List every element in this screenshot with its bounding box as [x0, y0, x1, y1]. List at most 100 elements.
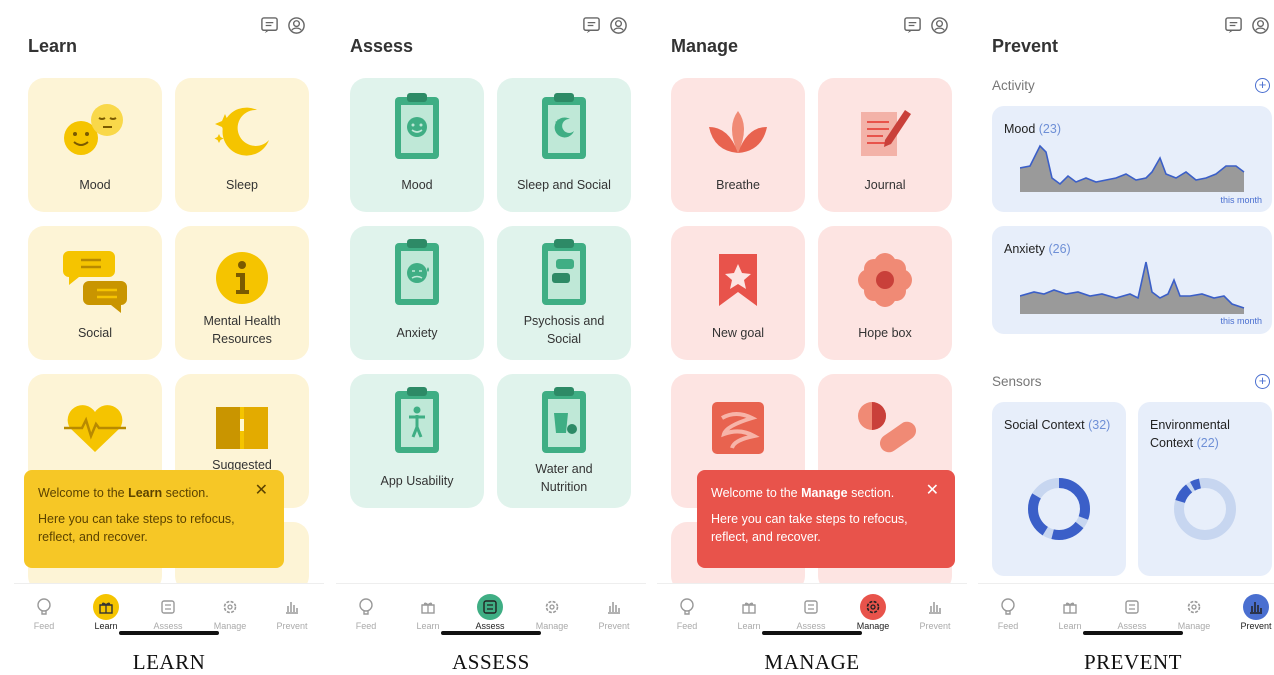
nav-prevent[interactable]: Prevent: [262, 594, 322, 631]
top-icons: [260, 16, 306, 35]
profile-icon[interactable]: [1251, 16, 1270, 35]
gear-icon: [539, 594, 565, 620]
tile-sleep[interactable]: Sleep: [175, 78, 309, 212]
close-icon[interactable]: ✕: [926, 482, 939, 500]
clipboard-mood-icon: [350, 93, 484, 159]
chat-icon[interactable]: [903, 16, 922, 35]
nav-manage[interactable]: Manage: [1164, 594, 1224, 631]
tile-journal[interactable]: Journal: [818, 78, 952, 212]
tile-psychosis-and-social[interactable]: Psychosis and Social: [497, 226, 631, 360]
top-icons: [1224, 16, 1270, 35]
add-sensor-button[interactable]: +: [1255, 374, 1270, 389]
tile-sleep-and-social[interactable]: Sleep and Social: [497, 78, 631, 212]
bar-chart-icon: [279, 594, 305, 620]
moon-icon: [175, 100, 309, 164]
tile-new-goal[interactable]: New goal: [671, 226, 805, 360]
home-indicator: [441, 631, 541, 635]
nav-manage[interactable]: Manage: [843, 594, 903, 631]
bulb-icon: [31, 594, 57, 620]
tile-label: New goal: [711, 326, 765, 340]
gear-icon: [1181, 594, 1207, 620]
tile-water-and-nutrition[interactable]: Water and Nutrition: [497, 374, 631, 508]
tile-app-usability[interactable]: App Usability: [350, 374, 484, 508]
add-activity-button[interactable]: +: [1255, 78, 1270, 93]
nav-learn[interactable]: Learn: [1040, 594, 1100, 631]
tile-mood[interactable]: Mood: [350, 78, 484, 212]
top-icons: [582, 16, 628, 35]
tile-social[interactable]: Social: [28, 226, 162, 360]
profile-icon[interactable]: [930, 16, 949, 35]
tile-anxiety[interactable]: Anxiety: [350, 226, 484, 360]
gift-icon: [1057, 594, 1083, 620]
tile-label: Mental Health Resources: [203, 314, 281, 346]
nav-prevent[interactable]: Prevent: [905, 594, 965, 631]
tile-label: Mood: [401, 178, 433, 192]
mood-card[interactable]: Mood (23) this month: [992, 106, 1272, 212]
gear-icon: [860, 594, 886, 620]
tile-label: Mood: [79, 178, 111, 192]
bar-chart-icon: [1243, 594, 1269, 620]
nav-assess[interactable]: Assess: [1102, 594, 1162, 631]
nav-feed[interactable]: Feed: [336, 594, 396, 631]
heart-pulse-icon: [28, 396, 162, 460]
nav-assess[interactable]: Assess: [460, 594, 520, 631]
section-header-sensors: Sensors: [992, 374, 1042, 389]
close-icon[interactable]: ✕: [255, 482, 268, 500]
page-title: Prevent: [992, 36, 1059, 56]
card-title: Anxiety (26): [1004, 242, 1071, 256]
assess-screen: Assess Mood Sleep and Social Anxiety Psy…: [336, 0, 646, 640]
tile-label: Breathe: [716, 178, 760, 192]
nav-prevent[interactable]: Prevent: [584, 594, 644, 631]
learn-screen: Learn Mood Sleep Social Mental Health Re…: [14, 0, 324, 640]
chat-icon[interactable]: [1224, 16, 1243, 35]
tile-label: Social: [77, 326, 113, 340]
home-indicator: [119, 631, 219, 635]
tile-hope-box[interactable]: Hope box: [818, 226, 952, 360]
nav-manage[interactable]: Manage: [522, 594, 582, 631]
clipboard-person-icon: [350, 387, 484, 453]
top-icons: [903, 16, 949, 35]
tile-mental-health-resources[interactable]: Mental Health Resources: [175, 226, 309, 360]
nav-feed[interactable]: Feed: [657, 594, 717, 631]
caption-learn: LEARN: [132, 650, 206, 674]
nav-feed[interactable]: Feed: [978, 594, 1038, 631]
gear-icon: [217, 594, 243, 620]
journal-pen-icon: [818, 100, 952, 164]
nav-assess[interactable]: Assess: [781, 594, 841, 631]
info-icon: [175, 246, 309, 310]
pills-icon: [818, 396, 952, 460]
clipboard-chat-icon: [497, 239, 631, 305]
gift-icon: [736, 594, 762, 620]
welcome-toast: Welcome to the Learn section. Here you c…: [24, 470, 284, 568]
section-header-activity: Activity: [992, 78, 1035, 93]
lotus-icon: [671, 100, 805, 164]
chat-icon[interactable]: [582, 16, 601, 35]
tile-label: Journal: [864, 178, 906, 192]
nav-learn[interactable]: Learn: [719, 594, 779, 631]
profile-icon[interactable]: [609, 16, 628, 35]
home-indicator: [762, 631, 862, 635]
chat-icon[interactable]: [260, 16, 279, 35]
clipboard-moon-icon: [497, 93, 631, 159]
bulb-icon: [674, 594, 700, 620]
tile-mood[interactable]: Mood: [28, 78, 162, 212]
card-title: Environmental Context (22): [1150, 418, 1230, 450]
gift-icon: [415, 594, 441, 620]
nav-prevent[interactable]: Prevent: [1226, 594, 1274, 631]
bar-chart-icon: [922, 594, 948, 620]
flower-icon: [818, 248, 952, 312]
tile-breathe[interactable]: Breathe: [671, 78, 805, 212]
gift-icon: [93, 594, 119, 620]
tile-label: Anxiety: [396, 326, 438, 340]
social-context-card[interactable]: Social Context (32): [992, 402, 1126, 576]
nav-learn[interactable]: Learn: [76, 594, 136, 631]
clipboard-icon: [155, 594, 181, 620]
nav-learn[interactable]: Learn: [398, 594, 458, 631]
anxiety-card[interactable]: Anxiety (26) this month: [992, 226, 1272, 334]
anxiety-sparkline: [1020, 261, 1245, 314]
nav-manage[interactable]: Manage: [200, 594, 260, 631]
environmental-context-card[interactable]: Environmental Context (22): [1138, 402, 1272, 576]
profile-icon[interactable]: [287, 16, 306, 35]
nav-assess[interactable]: Assess: [138, 594, 198, 631]
nav-feed[interactable]: Feed: [14, 594, 74, 631]
